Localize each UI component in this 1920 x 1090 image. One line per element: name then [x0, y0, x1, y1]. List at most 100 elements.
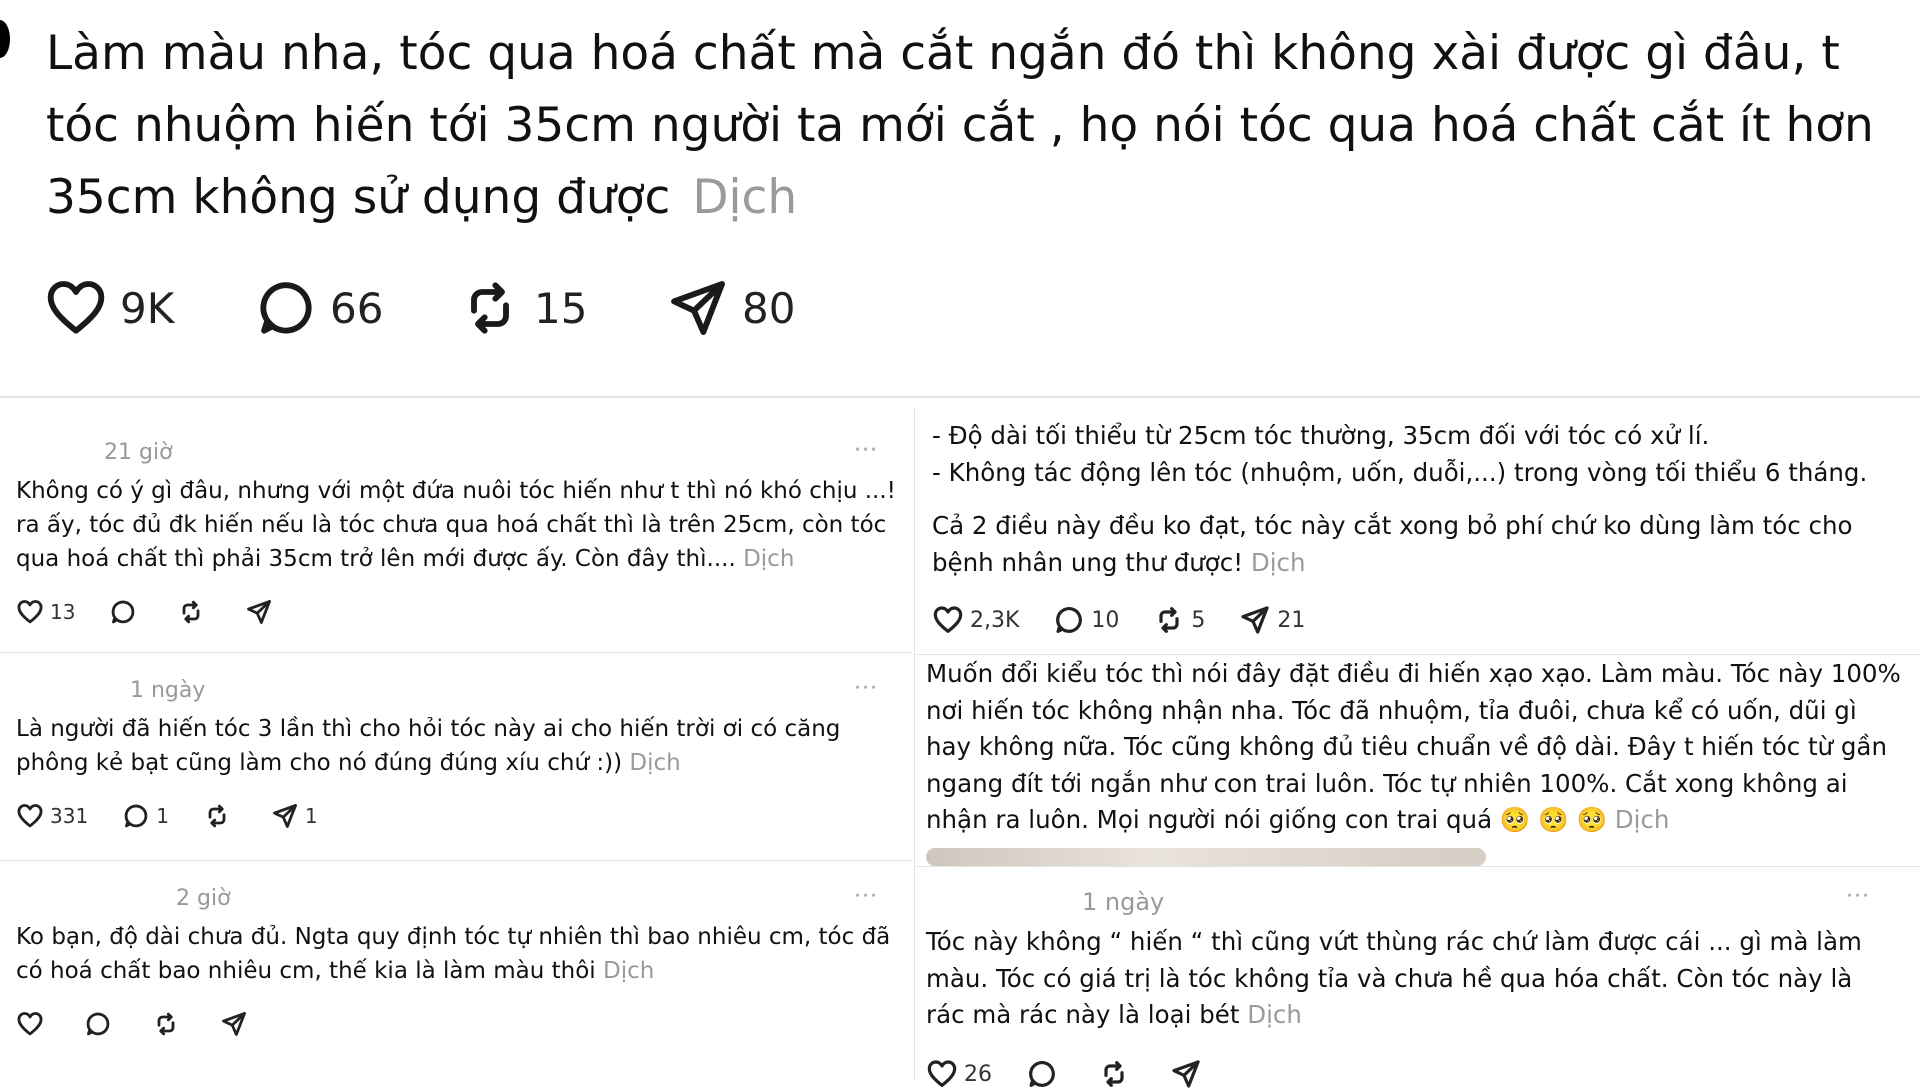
comment-actions: 26	[926, 1058, 1242, 1090]
comment-actions: 2,3K 10 5 21	[932, 604, 1339, 636]
share-button[interactable]: 1	[271, 802, 318, 830]
comment-button[interactable]	[1026, 1058, 1064, 1090]
comment-text: Muốn đổi kiểu tóc thì nói đây đặt điều đ…	[926, 656, 1906, 839]
comment-icon	[260, 282, 312, 334]
comment-text: Ko bạn, độ dài chưa đủ. Ngta quy định tó…	[16, 920, 896, 988]
like-button[interactable]: 26	[926, 1058, 992, 1090]
like-button[interactable]	[16, 1010, 50, 1038]
repost-count: 5	[1191, 607, 1206, 633]
translate-link[interactable]: Dịch	[743, 546, 794, 572]
comment-button[interactable]: 66	[254, 276, 383, 340]
comment-button[interactable]: 10	[1053, 604, 1119, 636]
like-count: 9K	[120, 283, 175, 333]
comment-time: 21 giờ	[104, 440, 173, 465]
divider	[914, 654, 1920, 655]
send-icon	[273, 804, 297, 828]
repost-button[interactable]	[1098, 1058, 1136, 1090]
requirement-line: - Độ dài tối thiểu từ 25cm tóc thường, 3…	[932, 421, 1710, 450]
repost-button[interactable]	[152, 1010, 186, 1038]
more-options-icon[interactable]: ···	[854, 438, 878, 463]
avatar[interactable]	[0, 20, 10, 58]
share-button[interactable]	[1170, 1058, 1208, 1090]
main-post-body: Làm màu nha, tóc qua hoá chất mà cắt ngắ…	[46, 26, 1874, 225]
share-button[interactable]	[220, 1010, 254, 1038]
like-button[interactable]: 331	[16, 802, 88, 830]
more-options-icon[interactable]: ···	[854, 676, 878, 701]
repost-count: 15	[534, 283, 588, 333]
comment-time: 1 ngày	[130, 678, 206, 703]
translate-link[interactable]: Dịch	[1251, 548, 1306, 577]
comment-count: 10	[1091, 607, 1120, 633]
translate-link[interactable]: Dịch	[1247, 1000, 1302, 1029]
repost-button[interactable]	[203, 802, 237, 830]
comment-body: Cả 2 điều này đều ko đạt, tóc này cắt xo…	[932, 511, 1853, 577]
column-divider	[914, 656, 915, 1080]
more-options-icon[interactable]: ···	[1846, 884, 1870, 909]
comment-text: - Độ dài tối thiểu từ 25cm tóc thường, 3…	[932, 418, 1902, 581]
repost-icon	[208, 804, 226, 828]
like-count: 331	[50, 804, 89, 828]
share-count: 80	[742, 283, 796, 333]
comment-text: Tóc này không “ hiến “ thì cũng vứt thùn…	[926, 924, 1866, 1034]
comment-actions: 331 1 1	[16, 802, 352, 830]
comment-icon	[86, 1012, 110, 1036]
heart-icon	[927, 1060, 957, 1087]
divider	[0, 396, 1920, 398]
comment-time: 2 giờ	[176, 886, 231, 911]
repost-icon	[183, 600, 200, 624]
comment-card: 2 giờ ··· Ko bạn, độ dài chưa đủ. Ngta q…	[0, 862, 910, 1072]
repost-button[interactable]	[177, 598, 211, 626]
comment-card: 21 giờ ··· Không có ý gì đâu, nhưng với …	[0, 410, 910, 650]
comment-paragraph: Cả 2 điều này đều ko đạt, tóc này cắt xo…	[932, 508, 1902, 581]
share-button[interactable]	[245, 598, 279, 626]
repost-button[interactable]: 5	[1153, 604, 1205, 636]
repost-button[interactable]: 15	[458, 276, 587, 340]
comment-button[interactable]	[109, 598, 143, 626]
translate-link[interactable]: Dịch	[1615, 805, 1670, 834]
comment-body: Là người đã hiến tóc 3 lần thì cho hỏi t…	[16, 716, 841, 776]
send-icon	[1241, 606, 1270, 634]
comment-actions: 13	[16, 598, 313, 626]
attached-photo[interactable]	[926, 848, 1486, 866]
comment-card: Muốn đổi kiểu tóc thì nói đây đặt điều đ…	[916, 656, 1916, 866]
emoji-group: 🥺 🥺 🥺	[1499, 805, 1607, 834]
comment-text: Không có ý gì đâu, nhưng với một đứa nuô…	[16, 474, 896, 576]
like-button[interactable]: 13	[16, 598, 75, 626]
comment-time: 1 ngày	[1082, 888, 1165, 916]
comment-button[interactable]: 1	[122, 802, 169, 830]
translate-link[interactable]: Dịch	[692, 170, 797, 225]
send-icon	[671, 281, 725, 335]
comment-count: 1	[156, 804, 169, 828]
like-count: 2,3K	[970, 607, 1020, 633]
comment-actions	[16, 1010, 288, 1038]
share-button[interactable]: 80	[666, 276, 795, 340]
main-post-text: Làm màu nha, tóc qua hoá chất mà cắt ngắ…	[46, 18, 1886, 234]
send-icon	[247, 600, 272, 624]
translate-link[interactable]: Dịch	[603, 958, 654, 984]
heart-icon	[47, 281, 105, 334]
repost-icon	[1159, 607, 1180, 633]
divider	[0, 860, 912, 861]
requirement-line: - Không tác động lên tóc (nhuộm, uốn, du…	[932, 457, 1868, 487]
comment-text: Là người đã hiến tóc 3 lần thì cho hỏi t…	[16, 712, 896, 780]
like-count: 26	[964, 1061, 992, 1087]
heart-icon	[17, 1012, 43, 1036]
like-count: 13	[50, 600, 76, 624]
more-options-icon[interactable]: ···	[854, 884, 878, 909]
comment-button[interactable]	[84, 1010, 118, 1038]
comment-icon	[1056, 607, 1083, 633]
send-icon	[222, 1012, 246, 1036]
share-button[interactable]: 21	[1239, 604, 1305, 636]
heart-icon	[933, 606, 963, 633]
comment-body: Tóc này không “ hiến “ thì cũng vứt thùn…	[926, 927, 1862, 1029]
like-button[interactable]: 2,3K	[932, 604, 1019, 636]
repost-icon	[157, 1012, 175, 1036]
translate-link[interactable]: Dịch	[629, 750, 680, 776]
comment-icon	[1029, 1061, 1055, 1087]
divider	[0, 652, 912, 653]
comment-icon	[112, 600, 135, 624]
like-button[interactable]: 9K	[44, 276, 174, 340]
comment-body: Ko bạn, độ dài chưa đủ. Ngta quy định tó…	[16, 924, 891, 984]
comment-card: - Độ dài tối thiểu từ 25cm tóc thường, 3…	[916, 410, 1916, 652]
send-icon	[1172, 1060, 1200, 1088]
